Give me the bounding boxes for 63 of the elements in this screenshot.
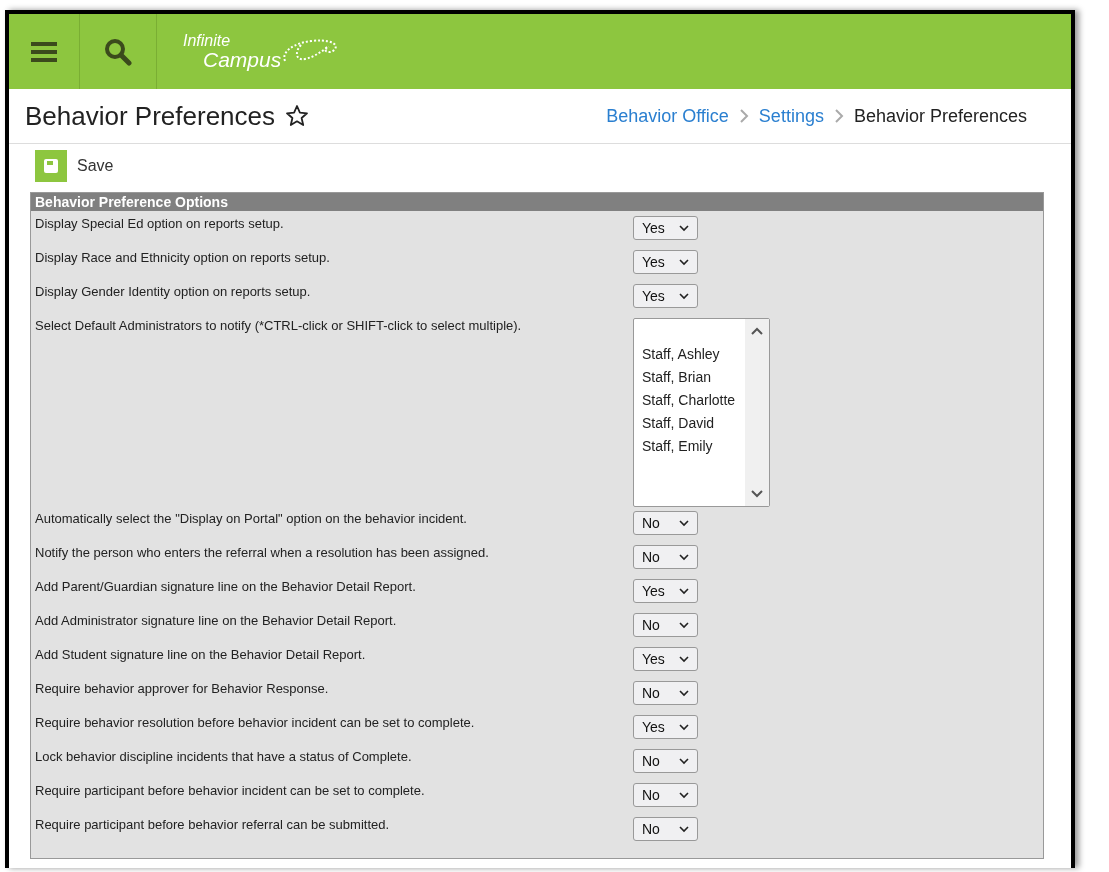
option-label: Require behavior approver for Behavior Response. bbox=[35, 680, 330, 696]
panel-title: Behavior Preference Options bbox=[31, 193, 1043, 211]
save-icon bbox=[35, 150, 67, 182]
caret-icon bbox=[679, 519, 689, 527]
option-label: Display Special Ed option on reports setup. bbox=[35, 215, 285, 231]
yes-no-dropdown[interactable]: No bbox=[633, 545, 698, 569]
administrator-option[interactable]: Staff, Brian bbox=[642, 366, 745, 389]
administrator-option[interactable]: Staff, Charlotte bbox=[642, 389, 745, 412]
yes-no-dropdown[interactable]: No bbox=[633, 613, 698, 637]
scroll-down-icon[interactable] bbox=[751, 490, 763, 498]
option-label: Display Race and Ethnicity option on reports setup. bbox=[35, 249, 331, 265]
caret-icon bbox=[679, 553, 689, 561]
chevron-icon bbox=[738, 109, 749, 123]
yes-no-dropdown[interactable]: Yes bbox=[633, 284, 698, 308]
yes-no-dropdown[interactable]: Yes bbox=[633, 579, 698, 603]
yes-no-dropdown[interactable]: Yes bbox=[633, 715, 698, 739]
caret-icon bbox=[679, 655, 689, 663]
administrator-option[interactable]: Staff, Ashley bbox=[642, 343, 745, 366]
yes-no-dropdown[interactable]: Yes bbox=[633, 216, 698, 240]
caret-icon bbox=[679, 587, 689, 595]
breadcrumb-current: Behavior Preferences bbox=[853, 105, 1027, 127]
page-title: Behavior Preferences bbox=[25, 100, 276, 132]
option-label: Require behavior resolution before behavior incident can be set to complete. bbox=[35, 714, 476, 730]
option-label: Add Student signature line on the Behavior Detail Report. bbox=[35, 646, 367, 662]
logo-text: Infinite bbox=[183, 33, 232, 49]
option-label: Add Parent/Guardian signature line on the Behavior Detail Report. bbox=[35, 578, 417, 594]
chevron-icon bbox=[833, 109, 844, 123]
star-icon[interactable] bbox=[285, 104, 310, 128]
option-label: Display Gender Identity option on reports setup. bbox=[35, 283, 312, 299]
administrator-option[interactable]: Staff, Emily bbox=[642, 435, 745, 458]
yes-no-dropdown[interactable]: Yes bbox=[633, 250, 698, 274]
caret-icon bbox=[679, 621, 689, 629]
yes-no-dropdown[interactable]: No bbox=[633, 749, 698, 773]
caret-icon bbox=[679, 723, 689, 731]
option-label: Add Administrator signature line on the Behavior Detail Report. bbox=[35, 612, 398, 628]
yes-no-dropdown[interactable]: Yes bbox=[633, 647, 698, 671]
breadcrumb-link[interactable]: Behavior Office bbox=[606, 105, 729, 127]
option-label: Notify the person who enters the referral when a resolution has been assigned. bbox=[35, 544, 490, 560]
caret-icon bbox=[679, 292, 689, 300]
logo-text: Campus bbox=[203, 49, 282, 70]
caret-icon bbox=[679, 689, 689, 697]
administrator-option[interactable]: Staff, David bbox=[642, 412, 745, 435]
scroll-up-icon[interactable] bbox=[751, 327, 763, 335]
option-label: Require participant before behavior incident can be set to complete. bbox=[35, 782, 426, 798]
menu-icon bbox=[31, 40, 57, 63]
caret-icon bbox=[679, 825, 689, 833]
caret-icon bbox=[679, 757, 689, 765]
option-label: Select Default Administrators to notify (*CTRL-click or SHIFT-click to select multiple). bbox=[35, 317, 523, 333]
caret-icon bbox=[679, 258, 689, 266]
scrollbar[interactable] bbox=[745, 319, 769, 506]
option-label: Lock behavior discipline incidents that have a status of Complete. bbox=[35, 748, 413, 764]
option-label: Automatically select the "Display on Portal" option on the behavior incident. bbox=[35, 510, 468, 526]
yes-no-dropdown[interactable]: No bbox=[633, 783, 698, 807]
administrator-listbox[interactable]: Staff, Ashley Staff, Brian Staff, Charlotte Staff, David Staff, Emily bbox=[633, 318, 770, 507]
yes-no-dropdown[interactable]: No bbox=[633, 817, 698, 841]
breadcrumb-link[interactable]: Settings bbox=[758, 105, 824, 127]
caret-icon bbox=[679, 791, 689, 799]
yes-no-dropdown[interactable]: No bbox=[633, 681, 698, 705]
caret-icon bbox=[679, 224, 689, 232]
save-button[interactable]: Save bbox=[35, 150, 114, 182]
option-label: Require participant before behavior referral can be submitted. bbox=[35, 816, 391, 832]
search-icon bbox=[104, 37, 132, 66]
yes-no-dropdown[interactable]: No bbox=[633, 511, 698, 535]
